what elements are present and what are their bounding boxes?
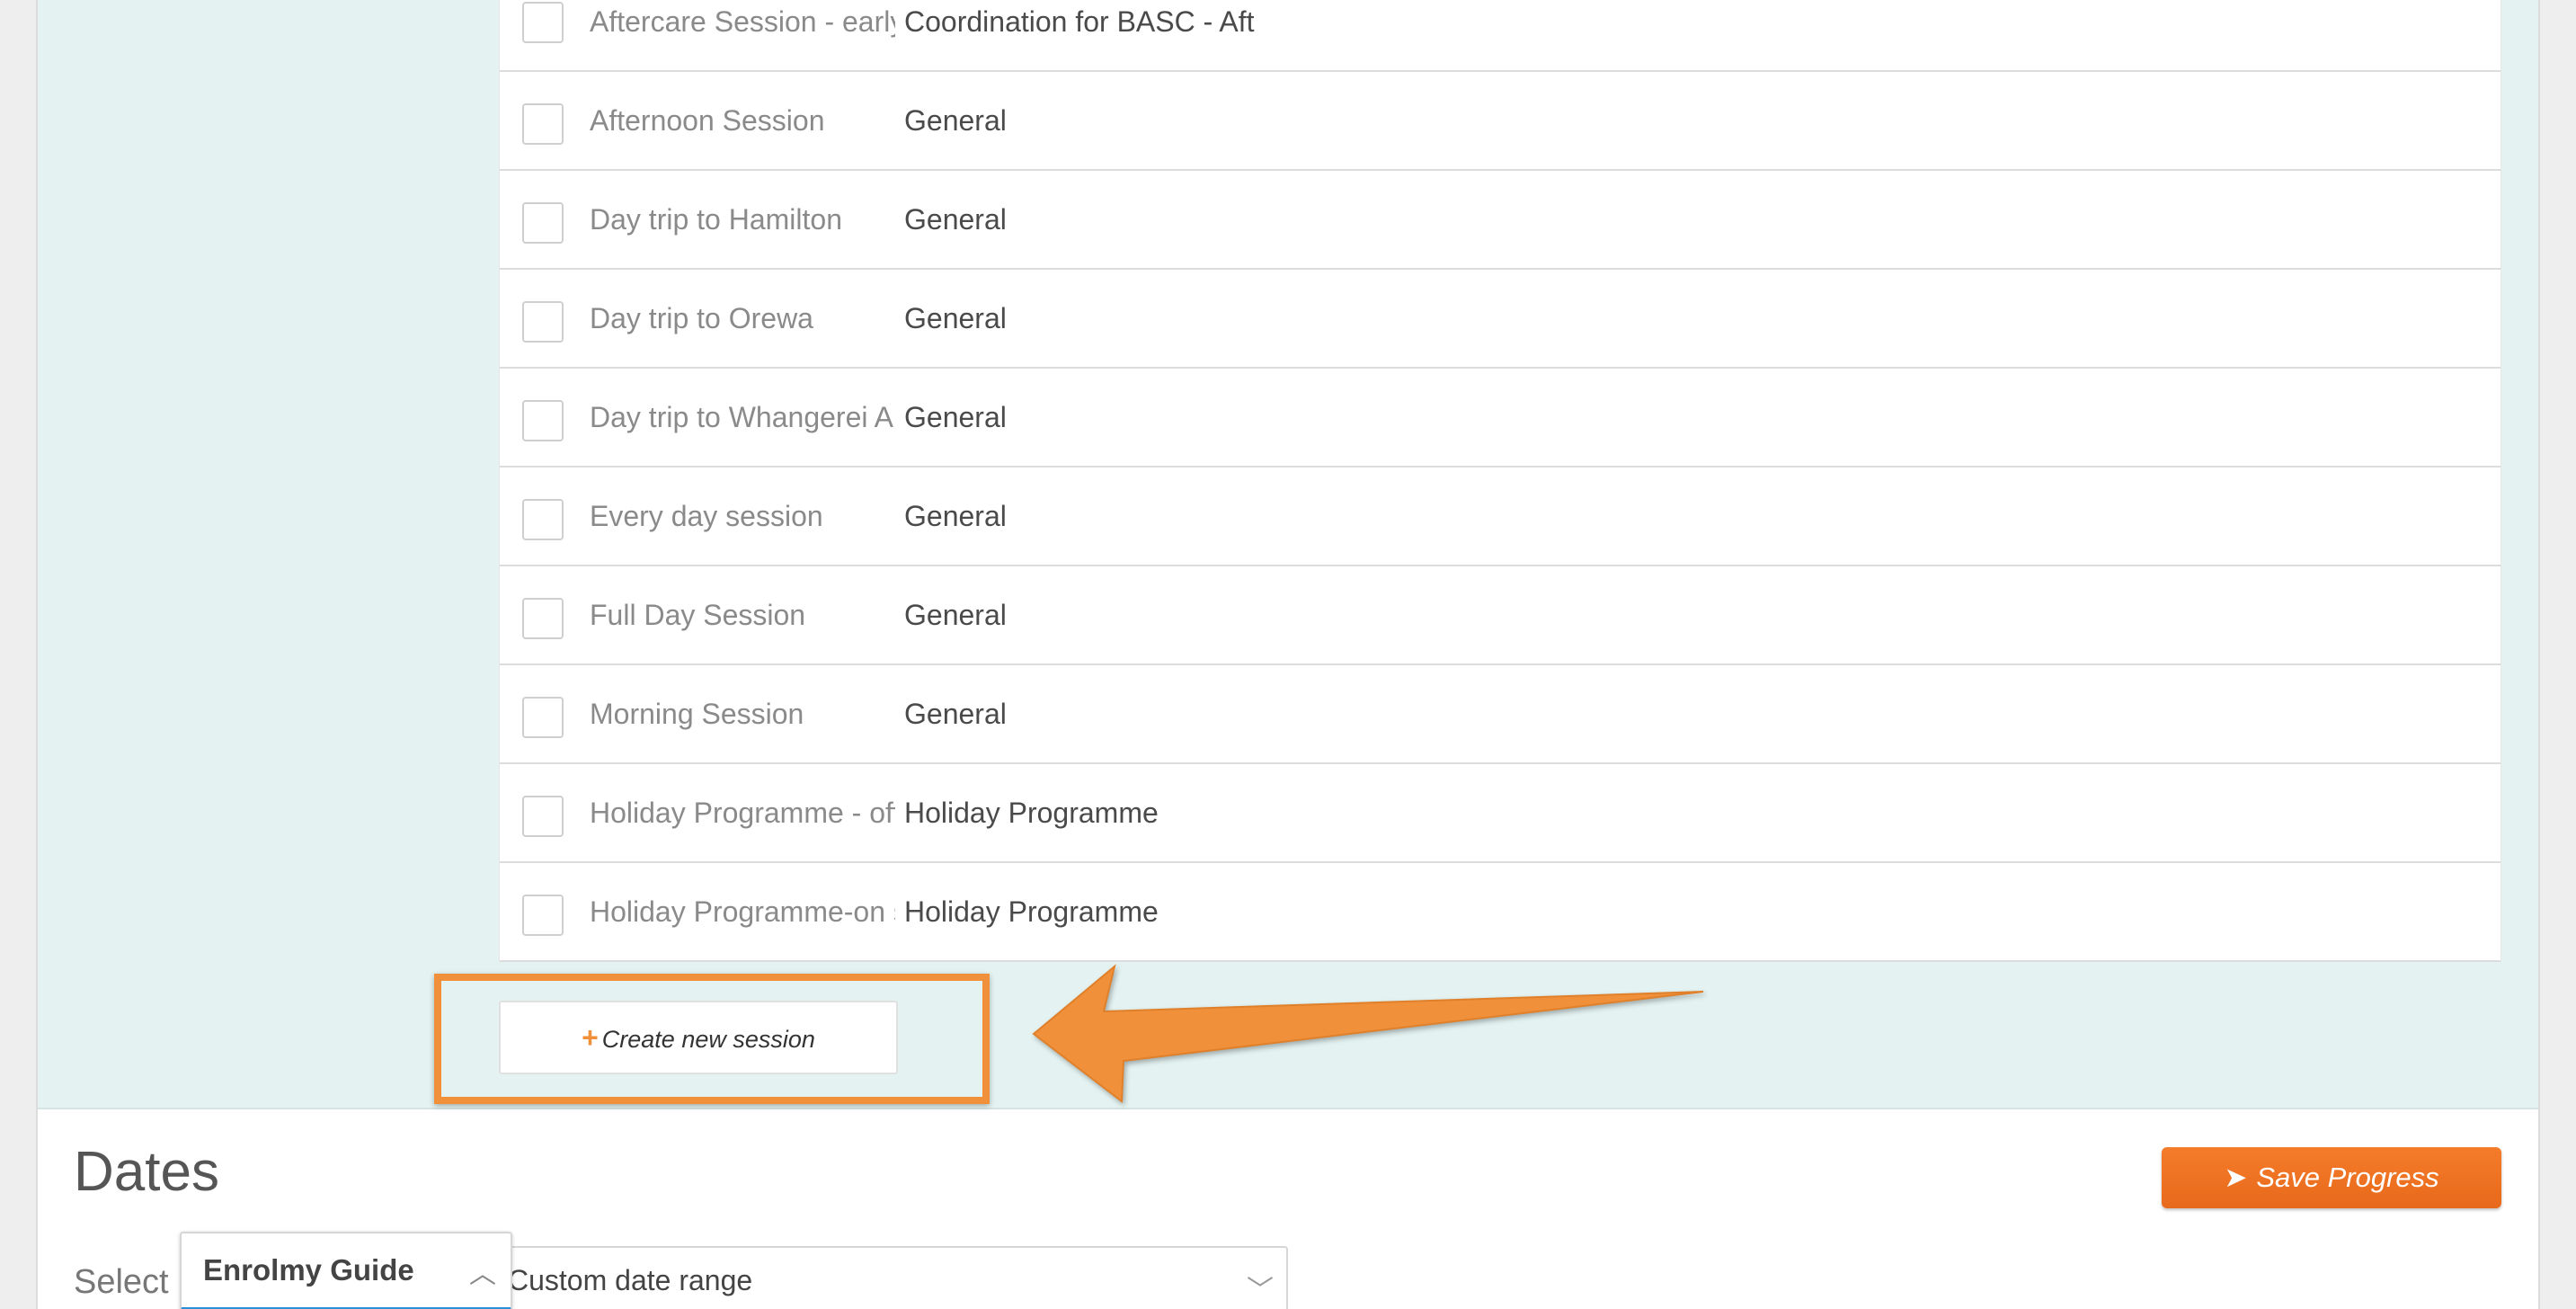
- save-progress-label: Save Progress: [2256, 1162, 2439, 1193]
- session-checkbox[interactable]: [522, 103, 564, 145]
- session-category: Holiday Programme: [904, 797, 1159, 829]
- pointer-arrow-icon: [1032, 964, 1704, 1103]
- table-row: Aftercare Session - early Coordination f…: [500, 0, 2500, 72]
- session-checkbox[interactable]: [522, 2, 564, 43]
- session-name: Holiday Programme-on s: [590, 895, 895, 928]
- create-session-button[interactable]: + Create new session: [499, 1001, 898, 1074]
- date-range-select[interactable]: Custom date range ﹀: [497, 1246, 1288, 1309]
- table-row: Day trip to Orewa General: [500, 270, 2500, 369]
- session-name: Day trip to Hamilton: [590, 203, 842, 236]
- session-category: General: [904, 698, 1007, 730]
- session-category: Holiday Programme: [904, 895, 1159, 928]
- session-checkbox[interactable]: [522, 697, 564, 738]
- save-progress-button[interactable]: ➤ Save Progress: [2162, 1147, 2501, 1208]
- create-session-label: Create new session: [601, 1026, 815, 1053]
- arrow-right-icon: ➤: [2224, 1162, 2248, 1193]
- session-checkbox[interactable]: [522, 796, 564, 837]
- enrolmy-guide-widget[interactable]: Enrolmy Guide ︿: [180, 1232, 512, 1309]
- session-category: General: [904, 599, 1007, 631]
- session-checkbox[interactable]: [522, 202, 564, 244]
- session-category: General: [904, 401, 1007, 433]
- table-row: Holiday Programme-on s Holiday Programme: [500, 863, 2500, 962]
- table-row: Afternoon Session General: [500, 72, 2500, 171]
- session-name: Day trip to Orewa: [590, 302, 813, 334]
- session-checkbox[interactable]: [522, 400, 564, 441]
- session-name: Afternoon Session: [590, 104, 825, 137]
- sessions-table: Aftercare Session - early Coordination f…: [499, 0, 2501, 962]
- session-checkbox[interactable]: [522, 499, 564, 540]
- session-category: General: [904, 203, 1007, 236]
- chevron-down-icon: ﹀: [1247, 1276, 1274, 1305]
- table-row: Holiday Programme - off Holiday Programm…: [500, 764, 2500, 863]
- plus-icon: +: [582, 1021, 599, 1054]
- session-name: Aftercare Session - early: [590, 5, 895, 38]
- table-row: Day trip to Whangerei A General: [500, 369, 2500, 468]
- select-label: Select I: [74, 1263, 188, 1301]
- date-range-value: Custom date range: [508, 1264, 753, 1296]
- session-checkbox[interactable]: [522, 598, 564, 639]
- session-checkbox[interactable]: [522, 895, 564, 936]
- guide-title: Enrolmy Guide: [203, 1253, 414, 1287]
- session-name: Every day session: [590, 500, 823, 532]
- session-category: General: [904, 104, 1007, 137]
- session-name: Full Day Session: [590, 599, 806, 631]
- session-category: Coordination for BASC - Aft: [904, 5, 1255, 38]
- table-row: Every day session General: [500, 468, 2500, 566]
- session-category: General: [904, 302, 1007, 334]
- table-row: Day trip to Hamilton General: [500, 171, 2500, 270]
- table-row: Full Day Session General: [500, 566, 2500, 665]
- table-row: Morning Session General: [500, 665, 2500, 764]
- session-category: General: [904, 500, 1007, 532]
- chevron-up-icon[interactable]: ︿: [469, 1251, 496, 1291]
- session-name: Morning Session: [590, 698, 804, 730]
- session-name: Holiday Programme - off: [590, 797, 895, 829]
- session-name: Day trip to Whangerei A: [590, 401, 893, 433]
- session-checkbox[interactable]: [522, 301, 564, 343]
- dates-heading: Dates: [74, 1141, 219, 1203]
